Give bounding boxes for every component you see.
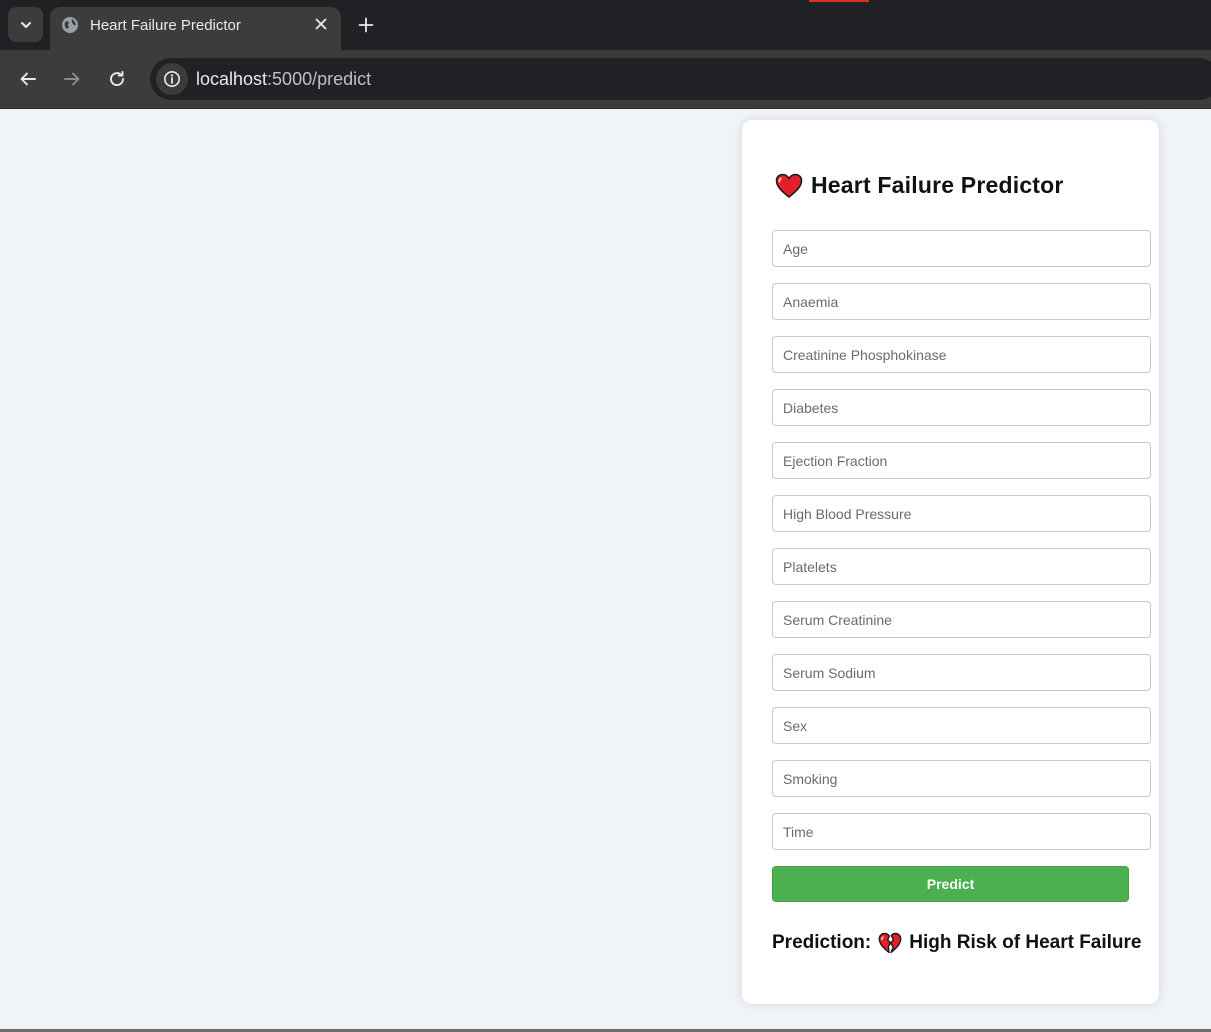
arrow-left-icon (20, 72, 36, 86)
reload-icon (110, 70, 124, 87)
url-host: localhost (196, 69, 268, 89)
globe-icon (62, 17, 78, 33)
site-info-button[interactable] (156, 63, 188, 95)
back-button[interactable] (13, 64, 43, 94)
ejection-fraction-input[interactable] (772, 442, 1151, 479)
info-icon (164, 71, 180, 87)
diabetes-input[interactable] (772, 389, 1151, 426)
tab-title: Heart Failure Predictor (90, 17, 241, 34)
url-path: :5000/predict (267, 69, 372, 89)
red-heart-icon (775, 173, 803, 198)
close-icon[interactable] (313, 16, 329, 32)
recording-indicator (809, 0, 869, 2)
prediction-value: High Risk of Heart Failure (909, 932, 1142, 953)
page-viewport: Heart Failure Predictor Predict Predicti… (0, 109, 1211, 1032)
browser-toolbar: localhost:5000/predict (0, 50, 1211, 109)
tab-search-button[interactable] (8, 7, 43, 42)
reload-button[interactable] (102, 64, 132, 94)
smoking-input[interactable] (772, 760, 1151, 797)
predict-button[interactable]: Predict (772, 866, 1129, 902)
plus-icon (358, 17, 374, 33)
page-title: Heart Failure Predictor (775, 172, 1064, 199)
predictor-card: Heart Failure Predictor Predict Predicti… (742, 120, 1159, 1004)
creatinine-phosphokinase-input[interactable] (772, 336, 1151, 373)
form-title: Heart Failure Predictor (811, 172, 1064, 198)
age-input[interactable] (772, 230, 1151, 267)
high-blood-pressure-input[interactable] (772, 495, 1151, 532)
serum-sodium-input[interactable] (772, 654, 1151, 691)
broken-heart-icon (878, 932, 902, 954)
url-text[interactable]: localhost:5000/predict (196, 69, 371, 90)
browser-tab[interactable]: Heart Failure Predictor (50, 7, 341, 50)
anaemia-input[interactable] (772, 283, 1151, 320)
chevron-down-icon (20, 21, 31, 28)
forward-button[interactable] (57, 64, 87, 94)
serum-creatinine-input[interactable] (772, 601, 1151, 638)
new-tab-button[interactable] (352, 11, 380, 39)
platelets-input[interactable] (772, 548, 1151, 585)
browser-tabstrip: Heart Failure Predictor (0, 0, 1211, 50)
time-input[interactable] (772, 813, 1151, 850)
address-bar[interactable]: localhost:5000/predict (150, 58, 1211, 100)
prediction-label: Prediction: (772, 932, 872, 953)
sex-input[interactable] (772, 707, 1151, 744)
prediction-result: Prediction: High Risk of Heart Failure (772, 932, 1142, 954)
arrow-right-icon (64, 72, 80, 86)
